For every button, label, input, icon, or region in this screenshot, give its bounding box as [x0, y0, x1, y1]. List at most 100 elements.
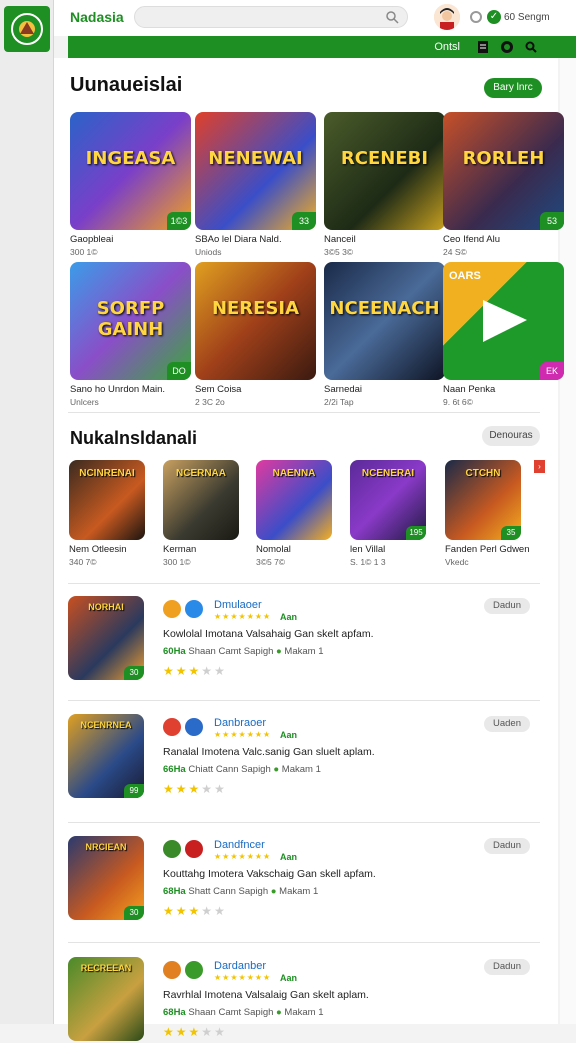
game-card[interactable]: NCERNAA Kerman 300 1©	[163, 460, 239, 567]
game-card[interactable]: NCINRENAI Nem Otleesin 340 7©	[69, 460, 145, 567]
card-title[interactable]: Nanceil	[324, 234, 445, 245]
game-card[interactable]: NCEENACH Sarnedai 2/2i Tap	[324, 262, 445, 407]
list-item[interactable]: NRCIEAN 30 Dandfncer ★★★★★★★ Aan Kouttahg Imo…	[68, 836, 540, 922]
game-thumbnail[interactable]: NCERNAA	[163, 460, 239, 540]
game-thumbnail[interactable]: RECREEAN	[68, 957, 144, 1041]
item-button[interactable]: Dadun	[484, 959, 530, 975]
game-thumbnail[interactable]: INGEASA 1©3	[70, 112, 191, 230]
card-badge: 99	[124, 784, 144, 798]
search-icon[interactable]	[385, 10, 399, 24]
item-title[interactable]: Dardanber	[214, 960, 266, 972]
game-card[interactable]: NENEWAI 33 SBAo lel Diara Nald. Uniods	[195, 112, 316, 257]
card-subtitle: 300 1©	[70, 247, 98, 257]
card-title[interactable]: Fanden Perl Gdwen	[445, 544, 530, 555]
game-thumbnail[interactable]: NERESIA	[195, 262, 316, 380]
game-thumbnail[interactable]: NRCIEAN 30	[68, 836, 144, 920]
card-subtitle: 2 3C 2o	[195, 397, 225, 407]
star-rating: ★★★★★	[163, 904, 227, 918]
game-thumbnail[interactable]: CTCHN 35	[445, 460, 521, 540]
game-thumbnail[interactable]: NAENNA	[256, 460, 332, 540]
game-card[interactable]: NAENNA Nomolal 3©5 7©	[256, 460, 332, 567]
game-thumbnail[interactable]: NENEWAI 33	[195, 112, 316, 230]
card-title[interactable]: Sem Coisa	[195, 384, 316, 395]
card-subtitle: Uniods	[195, 247, 222, 257]
item-meta: 68Ha Shatt Cann Sapigh ● Makam 1	[163, 886, 318, 897]
item-button[interactable]: Uaden	[484, 716, 530, 732]
item-button[interactable]: Dadun	[484, 838, 530, 854]
section-button[interactable]: Bary lnrc	[484, 78, 542, 98]
card-art-title: RORLEH	[462, 148, 545, 169]
card-title[interactable]: Ceo Ifend Alu	[443, 234, 564, 245]
card-title[interactable]: Nomolal	[256, 544, 332, 555]
item-button[interactable]: Dadun	[484, 598, 530, 614]
target-icon[interactable]	[500, 40, 514, 54]
game-thumbnail[interactable]: NCEENACH	[324, 262, 445, 380]
game-card[interactable]: RORLEH 53 Ceo Ifend Alu 24 S©	[443, 112, 564, 257]
star-icon: ★	[188, 664, 202, 678]
document-icon[interactable]	[476, 40, 490, 54]
card-title[interactable]: Sano ho Unrdon Main.	[70, 384, 191, 395]
list-item[interactable]: RECREEAN Dardanber ★★★★★★★ Aan Ravrhlal Imot…	[68, 957, 540, 1043]
card-title[interactable]: SBAo lel Diara Nald.	[195, 234, 316, 245]
game-thumbnail[interactable]: NCINRENAI	[69, 460, 145, 540]
search-input[interactable]	[134, 6, 408, 28]
card-title[interactable]: Gaopbleai	[70, 234, 191, 245]
game-thumbnail[interactable]: NCENRNEA 99	[68, 714, 144, 798]
meta-text: Makam 1	[284, 1007, 324, 1018]
game-thumbnail[interactable]: RORLEH 53	[443, 112, 564, 230]
game-thumbnail[interactable]: OARS EK	[443, 262, 564, 380]
card-art-title: OARS	[449, 270, 481, 282]
card-art-title: NAENNA	[272, 468, 316, 479]
publisher-icon	[185, 840, 203, 858]
card-badge: 195	[406, 526, 426, 540]
card-subtitle: 9. 6t 6©	[443, 397, 473, 407]
game-card[interactable]: OARS EK Naan Penka 9. 6t 6©	[443, 262, 564, 407]
card-title[interactable]: len Villal	[350, 544, 426, 555]
game-thumbnail[interactable]: SORFP GAINH DO	[70, 262, 191, 380]
app-logo[interactable]	[4, 6, 50, 52]
card-title[interactable]: Kerman	[163, 544, 239, 555]
publisher-icon	[185, 718, 203, 736]
card-title[interactable]: Nem Otleesin	[69, 544, 145, 555]
game-card[interactable]: NERESIA Sem Coisa 2 3C 2o	[195, 262, 316, 407]
card-subtitle: 3©5 7©	[256, 557, 286, 567]
star-rating: ★★★★★	[163, 664, 227, 678]
game-thumbnail[interactable]: NCENERAI 195	[350, 460, 426, 540]
game-thumbnail[interactable]: NORHAI 30	[68, 596, 144, 680]
section-button[interactable]: Denouras	[482, 426, 540, 446]
card-subtitle: 24 S©	[443, 247, 467, 257]
game-card[interactable]: RCENEBI Nanceil 3©5 3©	[324, 112, 445, 257]
user-avatar[interactable]	[434, 4, 460, 30]
list-item[interactable]: NORHAI 30 Dmulaoer ★★★★★★★ Aan Kowlolal Imota…	[68, 596, 540, 682]
star-icon: ★	[201, 782, 215, 796]
game-thumbnail[interactable]: RCENEBI	[324, 112, 445, 230]
card-title[interactable]: Sarnedai	[324, 384, 445, 395]
game-card[interactable]: NCENERAI 195 len Villal S. 1© 1 3	[350, 460, 426, 567]
green-toolbar: Ontsl	[68, 36, 576, 58]
item-title[interactable]: Dandfncer	[214, 839, 265, 851]
item-title[interactable]: Dmulaoer	[214, 599, 262, 611]
check-icon: ✓	[487, 10, 501, 24]
game-card[interactable]: CTCHN 35 Fanden Perl Gdwen Vkedc	[445, 460, 530, 567]
game-card[interactable]: INGEASA 1©3 Gaopbleai 300 1©	[70, 112, 191, 257]
dot-icon: ●	[270, 764, 282, 775]
star-icon: ★	[175, 904, 189, 918]
card-art-title: CTCHN	[465, 468, 501, 479]
card-art-title: NCERNAA	[176, 468, 226, 479]
chevron-right-icon[interactable]: ›	[534, 460, 545, 473]
game-card[interactable]: SORFP GAINH DO Sano ho Unrdon Main. Unlcers	[70, 262, 191, 407]
card-art-title: NERESIA	[211, 298, 300, 319]
status-ring-icon[interactable]	[470, 11, 482, 23]
mini-rating: ★★★★★★★	[214, 730, 272, 739]
brand-name[interactable]: Nadasia	[70, 9, 124, 25]
search-icon[interactable]	[524, 40, 538, 54]
card-title[interactable]: Naan Penka	[443, 384, 564, 395]
publisher-icon	[185, 600, 203, 618]
star-icon: ★	[188, 904, 202, 918]
meta-text: Chiatt Cann Sapigh	[188, 764, 271, 775]
star-icon: ★	[214, 664, 227, 678]
toolbar-label[interactable]: Ontsl	[434, 41, 460, 53]
list-item[interactable]: NCENRNEA 99 Danbraoer ★★★★★★★ Aan Ranalal Imo…	[68, 714, 540, 800]
item-title[interactable]: Danbraoer	[214, 717, 266, 729]
card-art-title: SORFP GAINH	[96, 298, 165, 340]
